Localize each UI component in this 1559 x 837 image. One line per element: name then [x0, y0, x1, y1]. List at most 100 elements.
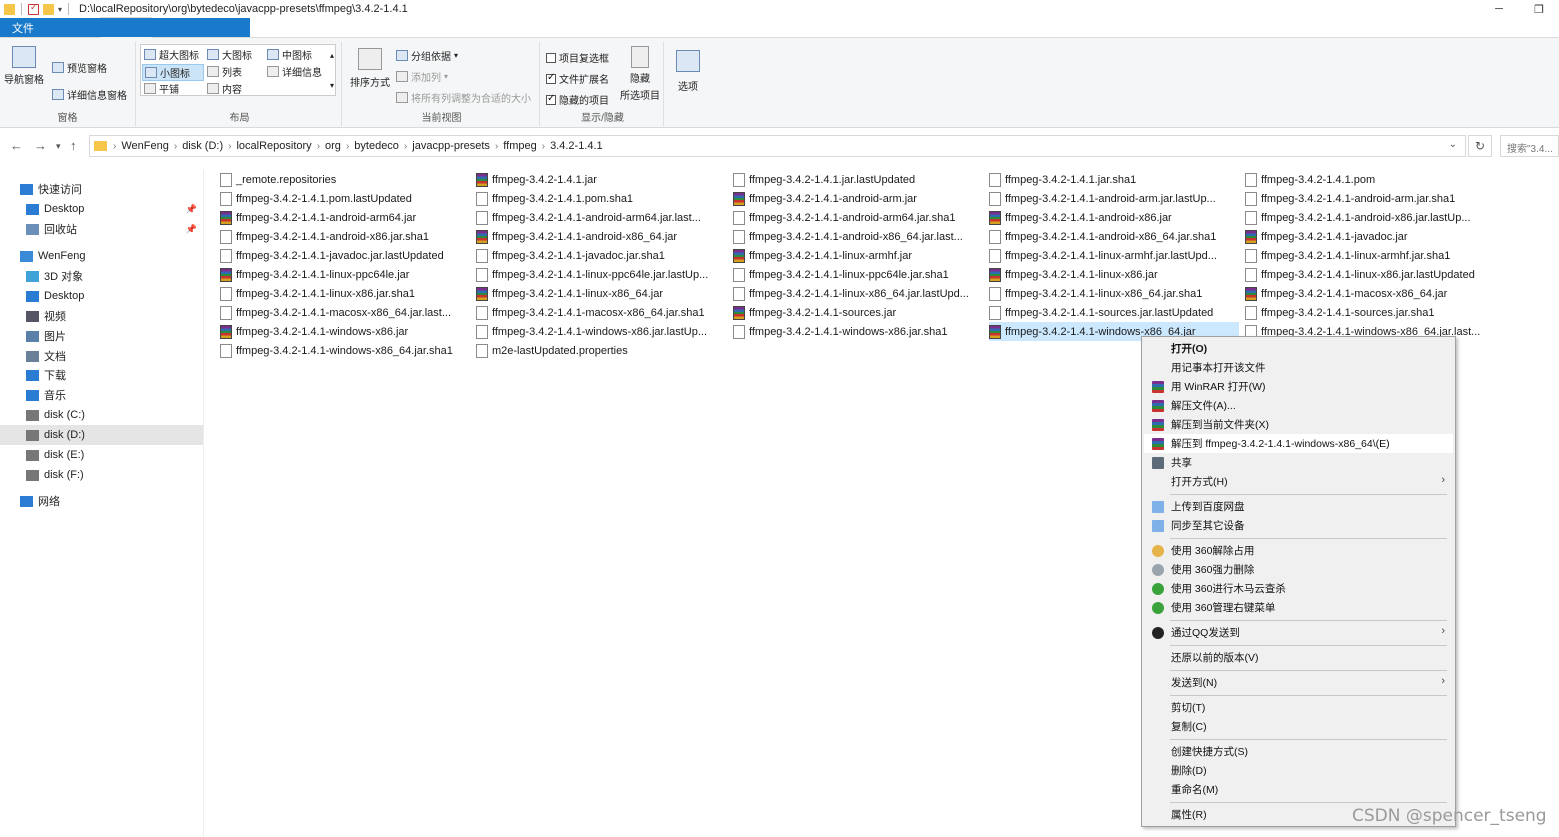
chevron-right-icon[interactable]: ›	[317, 141, 320, 152]
breadcrumb-localrepository[interactable]: localRepository	[236, 140, 311, 152]
file-item[interactable]: ffmpeg-3.4.2-1.4.1-linux-x86.jar.lastUpd…	[1245, 265, 1495, 284]
sidebar-item[interactable]: disk (C:)	[0, 405, 203, 425]
file-item[interactable]: ffmpeg-3.4.2-1.4.1-linux-armhf.jar.sha1	[1245, 246, 1495, 265]
chevron-right-icon[interactable]: ›	[495, 141, 498, 152]
tab-file[interactable]: 文件	[0, 18, 250, 37]
context-menu-item[interactable]: 剪切(T)	[1144, 698, 1453, 717]
file-item[interactable]: ffmpeg-3.4.2-1.4.1-windows-x86_64.jar.sh…	[220, 341, 470, 360]
file-item[interactable]: ffmpeg-3.4.2-1.4.1-linux-x86_64.jar.sha1	[989, 284, 1239, 303]
add-column-button[interactable]: 添加列 ▾	[396, 69, 448, 84]
context-menu-item[interactable]: 上传到百度网盘	[1144, 497, 1453, 516]
chevron-right-icon[interactable]: ›	[542, 141, 545, 152]
minimize-button[interactable]: ─	[1479, 0, 1519, 18]
size-all-columns-button[interactable]: 将所有列调整为合适的大小	[396, 90, 531, 105]
sort-by-button[interactable]: 排序方式	[350, 48, 390, 89]
details-pane-button[interactable]: 详细信息窗格	[52, 87, 127, 102]
breadcrumb-javacpp-presets[interactable]: javacpp-presets	[412, 140, 490, 152]
context-menu-item[interactable]: 用记事本打开该文件	[1144, 358, 1453, 377]
file-item[interactable]: ffmpeg-3.4.2-1.4.1-android-x86_64.jar.sh…	[989, 227, 1239, 246]
file-item[interactable]: ffmpeg-3.4.2-1.4.1-linux-ppc64le.jar	[220, 265, 470, 284]
file-item[interactable]: ffmpeg-3.4.2-1.4.1-android-arm.jar.lastU…	[989, 189, 1239, 208]
sidebar-item[interactable]: 视频	[0, 306, 203, 326]
sidebar-item[interactable]: disk (F:)	[0, 465, 203, 485]
file-item[interactable]: ffmpeg-3.4.2-1.4.1-android-x86.jar.sha1	[220, 227, 470, 246]
chevron-down-icon[interactable]: ▾	[58, 5, 62, 14]
sidebar-item[interactable]: 音乐	[0, 385, 203, 405]
context-menu-item[interactable]: 打开方式(H) ›	[1144, 472, 1453, 491]
options-button[interactable]: 选项	[676, 50, 700, 93]
hide-selected-button[interactable]: 隐藏 所选项目	[620, 46, 660, 102]
layout-tiles[interactable]: 平铺	[144, 81, 179, 96]
breadcrumb-ffmpeg[interactable]: ffmpeg	[503, 140, 536, 152]
file-item[interactable]: ffmpeg-3.4.2-1.4.1-android-x86.jar.lastU…	[1245, 208, 1495, 227]
chevron-right-icon[interactable]: ›	[174, 141, 177, 152]
sidebar-item[interactable]: disk (E:)	[0, 445, 203, 465]
recent-locations-chevron-icon[interactable]: ▾	[56, 141, 61, 152]
group-by-button[interactable]: 分组依据 ▾	[396, 48, 458, 63]
context-menu-item[interactable]: 复制(C)	[1144, 717, 1453, 736]
file-item[interactable]: ffmpeg-3.4.2-1.4.1.jar	[476, 170, 726, 189]
scroll-up-icon[interactable]: ▴	[330, 51, 334, 60]
forward-arrow-icon[interactable]: →	[34, 138, 47, 153]
file-item[interactable]: ffmpeg-3.4.2-1.4.1.jar.lastUpdated	[733, 170, 983, 189]
breadcrumb-wenfeng[interactable]: WenFeng	[121, 140, 169, 152]
chevron-right-icon[interactable]: ›	[404, 141, 407, 152]
pin-icon[interactable]: 📌	[186, 204, 197, 215]
sidebar-item[interactable]: 回收站 📌	[0, 219, 203, 239]
sidebar-item[interactable]: 网络	[0, 491, 203, 511]
context-menu-item[interactable]: 删除(D)	[1144, 761, 1453, 780]
context-menu-item[interactable]: 使用 360进行木马云查杀	[1144, 579, 1453, 598]
context-menu-item[interactable]: 通过QQ发送到 ›	[1144, 623, 1453, 642]
file-item[interactable]: ffmpeg-3.4.2-1.4.1-linux-armhf.jar.lastU…	[989, 246, 1239, 265]
layout-content[interactable]: 内容	[207, 81, 242, 96]
file-item[interactable]: ffmpeg-3.4.2-1.4.1-sources.jar.sha1	[1245, 303, 1495, 322]
file-item[interactable]: ffmpeg-3.4.2-1.4.1-macosx-x86_64.jar.sha…	[476, 303, 726, 322]
breadcrumb-version[interactable]: 3.4.2-1.4.1	[550, 140, 603, 152]
restore-button[interactable]: ❐	[1519, 0, 1559, 18]
file-item[interactable]: ffmpeg-3.4.2-1.4.1-windows-x86.jar.lastU…	[476, 322, 726, 341]
file-item[interactable]: ffmpeg-3.4.2-1.4.1-linux-x86.jar.sha1	[220, 284, 470, 303]
sidebar-item[interactable]: Desktop 📌	[0, 199, 203, 219]
chevron-right-icon[interactable]: ›	[113, 141, 116, 152]
file-item[interactable]: ffmpeg-3.4.2-1.4.1-linux-ppc64le.jar.sha…	[733, 265, 983, 284]
context-menu-item[interactable]: 还原以前的版本(V)	[1144, 648, 1453, 667]
chevron-right-icon[interactable]: ›	[346, 141, 349, 152]
breadcrumb-bytedeco[interactable]: bytedeco	[354, 140, 399, 152]
sidebar-item[interactable]: 快速访问	[0, 179, 203, 199]
file-item[interactable]: ffmpeg-3.4.2-1.4.1-linux-x86_64.jar.last…	[733, 284, 983, 303]
file-item[interactable]: ffmpeg-3.4.2-1.4.1-linux-ppc64le.jar.las…	[476, 265, 726, 284]
file-item[interactable]: ffmpeg-3.4.2-1.4.1-android-arm64.jar	[220, 208, 470, 227]
context-menu-item[interactable]: 使用 360解除占用	[1144, 541, 1453, 560]
search-input[interactable]: 搜索"3.4...	[1500, 135, 1559, 157]
file-item[interactable]: ffmpeg-3.4.2-1.4.1-sources.jar	[733, 303, 983, 322]
pin-icon[interactable]: 📌	[186, 224, 197, 235]
file-item[interactable]: ffmpeg-3.4.2-1.4.1.pom	[1245, 170, 1495, 189]
context-menu-item[interactable]: 发送到(N) ›	[1144, 673, 1453, 692]
file-item[interactable]: ffmpeg-3.4.2-1.4.1-windows-x86.jar.sha1	[733, 322, 983, 341]
properties-icon[interactable]	[28, 2, 39, 15]
breadcrumb-org[interactable]: org	[325, 140, 341, 152]
file-item[interactable]: ffmpeg-3.4.2-1.4.1.jar.sha1	[989, 170, 1239, 189]
file-item[interactable]: ffmpeg-3.4.2-1.4.1-linux-x86_64.jar	[476, 284, 726, 303]
file-item[interactable]: ffmpeg-3.4.2-1.4.1-android-arm64.jar.las…	[476, 208, 726, 227]
file-item[interactable]: ffmpeg-3.4.2-1.4.1-android-arm64.jar.sha…	[733, 208, 983, 227]
back-arrow-icon[interactable]: ←	[10, 138, 23, 153]
address-bar[interactable]: › WenFeng › disk (D:) › localRepository …	[89, 135, 1466, 157]
file-item[interactable]: ffmpeg-3.4.2-1.4.1-android-x86_64.jar	[476, 227, 726, 246]
sidebar-item[interactable]: WenFeng	[0, 246, 203, 266]
breadcrumb-disk-d[interactable]: disk (D:)	[182, 140, 223, 152]
file-item[interactable]: ffmpeg-3.4.2-1.4.1-javadoc.jar	[1245, 227, 1495, 246]
refresh-button[interactable]: ↻	[1468, 135, 1492, 157]
layout-extra-large[interactable]: 超大图标	[144, 47, 199, 62]
file-item[interactable]: ffmpeg-3.4.2-1.4.1-windows-x86.jar	[220, 322, 470, 341]
file-item[interactable]: ffmpeg-3.4.2-1.4.1-javadoc.jar.lastUpdat…	[220, 246, 470, 265]
context-menu-item[interactable]: 创建快捷方式(S)	[1144, 742, 1453, 761]
file-item[interactable]: ffmpeg-3.4.2-1.4.1.pom.lastUpdated	[220, 189, 470, 208]
context-menu-item[interactable]: 共享	[1144, 453, 1453, 472]
layout-list[interactable]: 列表	[207, 64, 242, 79]
file-item[interactable]: ffmpeg-3.4.2-1.4.1-linux-armhf.jar	[733, 246, 983, 265]
sidebar-item[interactable]: 文档	[0, 346, 203, 366]
file-ext-toggle[interactable]: 文件扩展名	[546, 71, 609, 86]
file-item[interactable]: ffmpeg-3.4.2-1.4.1-sources.jar.lastUpdat…	[989, 303, 1239, 322]
layout-details[interactable]: 详细信息	[267, 64, 322, 79]
